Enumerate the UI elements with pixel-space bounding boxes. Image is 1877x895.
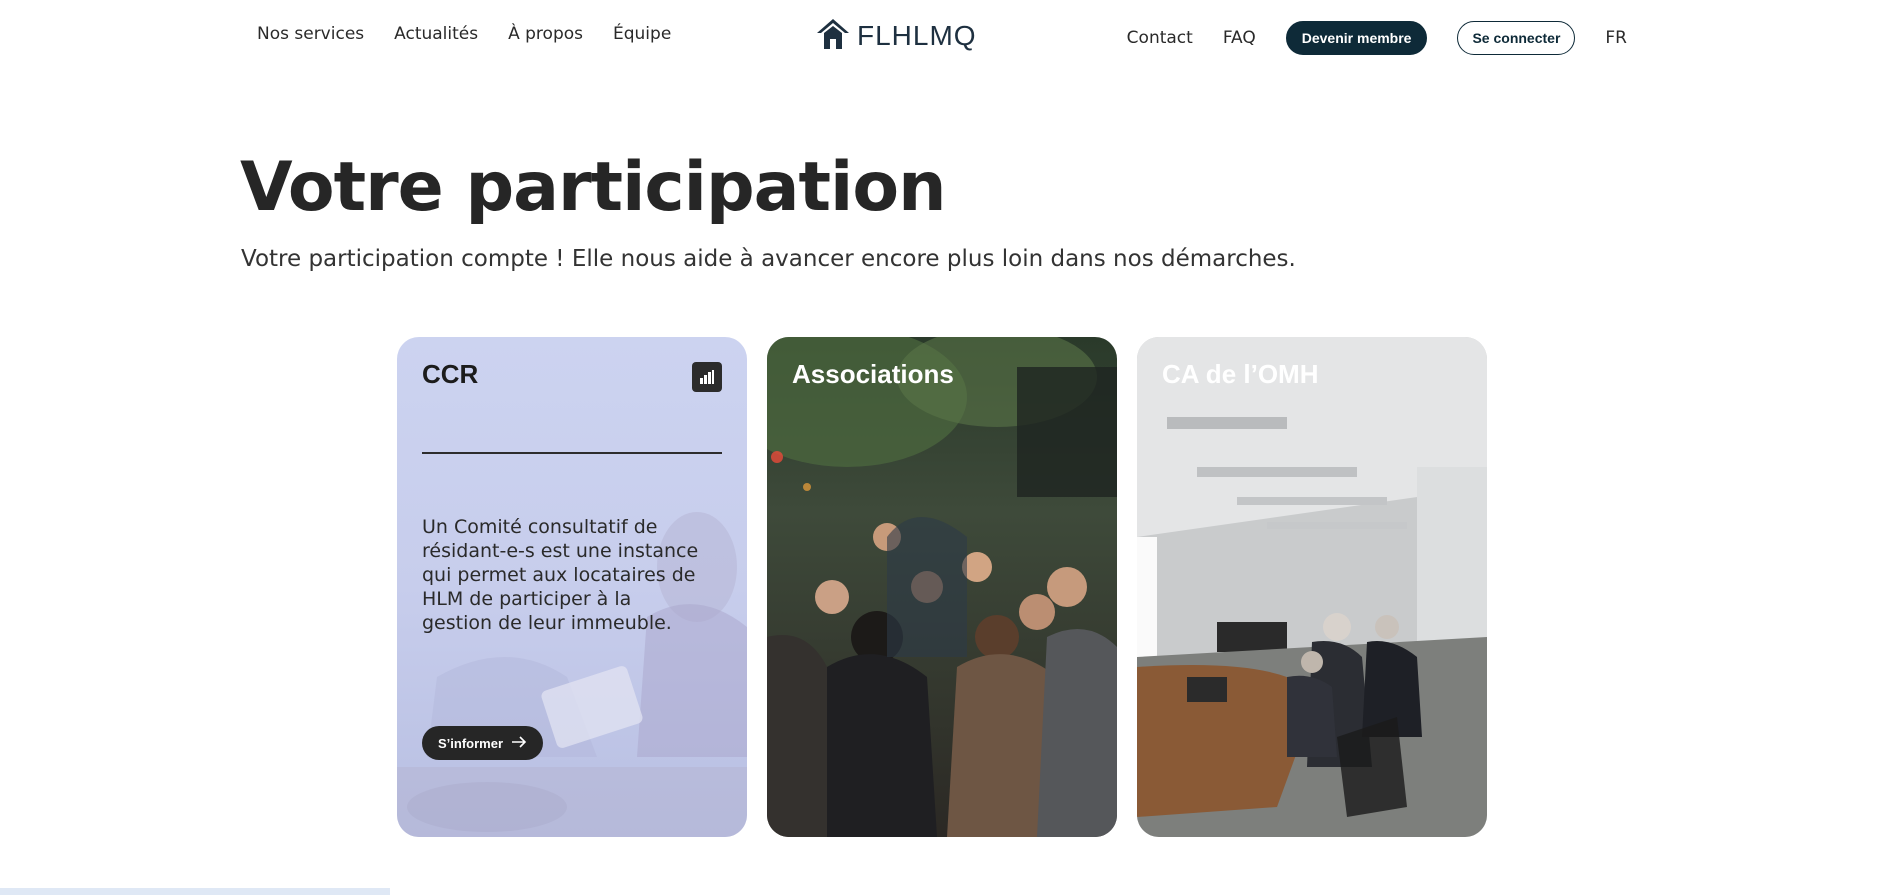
card-title-ca-omh: CA de l’OMH [1162,359,1319,389]
building-icon [692,362,722,392]
nav-link-services[interactable]: Nos services [257,24,364,44]
nav-link-faq[interactable]: FAQ [1223,28,1256,48]
page-title: Votre participation [240,148,946,227]
browser-status-bar [0,888,390,895]
site-logo[interactable]: FLHLMQ [815,16,977,56]
card-ca-omh[interactable]: CA de l’OMH [1137,337,1487,837]
card-description-ccr: Un Comité consultatif de résidant-e-s es… [422,516,699,634]
top-navigation: Nos services Actualités À propos Équipe … [0,0,1877,72]
house-logo-icon [815,16,851,56]
nav-link-news[interactable]: Actualités [394,24,478,44]
login-button[interactable]: Se connecter [1457,21,1576,55]
nav-link-team[interactable]: Équipe [613,24,671,44]
language-switch[interactable]: FR [1605,28,1627,48]
logo-text: FLHLMQ [857,20,977,51]
become-member-button[interactable]: Devenir membre [1285,21,1428,55]
nav-left-links: Nos services Actualités À propos Équipe [257,24,671,44]
nav-link-about[interactable]: À propos [508,24,583,44]
card-title-associations: Associations [792,359,954,389]
card-divider [422,452,722,454]
card-associations[interactable]: Associations [767,337,1117,837]
crowd-photo [767,337,1117,837]
boardroom-photo [1137,337,1487,837]
nav-right-links: Contact FAQ Devenir membre Se connecter … [1127,21,1627,55]
learn-more-button[interactable]: S’informer [422,726,544,760]
participation-cards: CCR Un Comité consultatif de résidant-e-… [397,337,1487,837]
page-subtitle: Votre participation compte ! Elle nous a… [241,246,1296,272]
card-ccr[interactable]: CCR Un Comité consultatif de résidant-e-… [397,337,747,837]
learn-more-label: S’informer [438,735,504,751]
arrow-right-icon [511,735,527,751]
nav-link-contact[interactable]: Contact [1127,28,1193,48]
card-title-ccr: CCR [422,359,479,389]
